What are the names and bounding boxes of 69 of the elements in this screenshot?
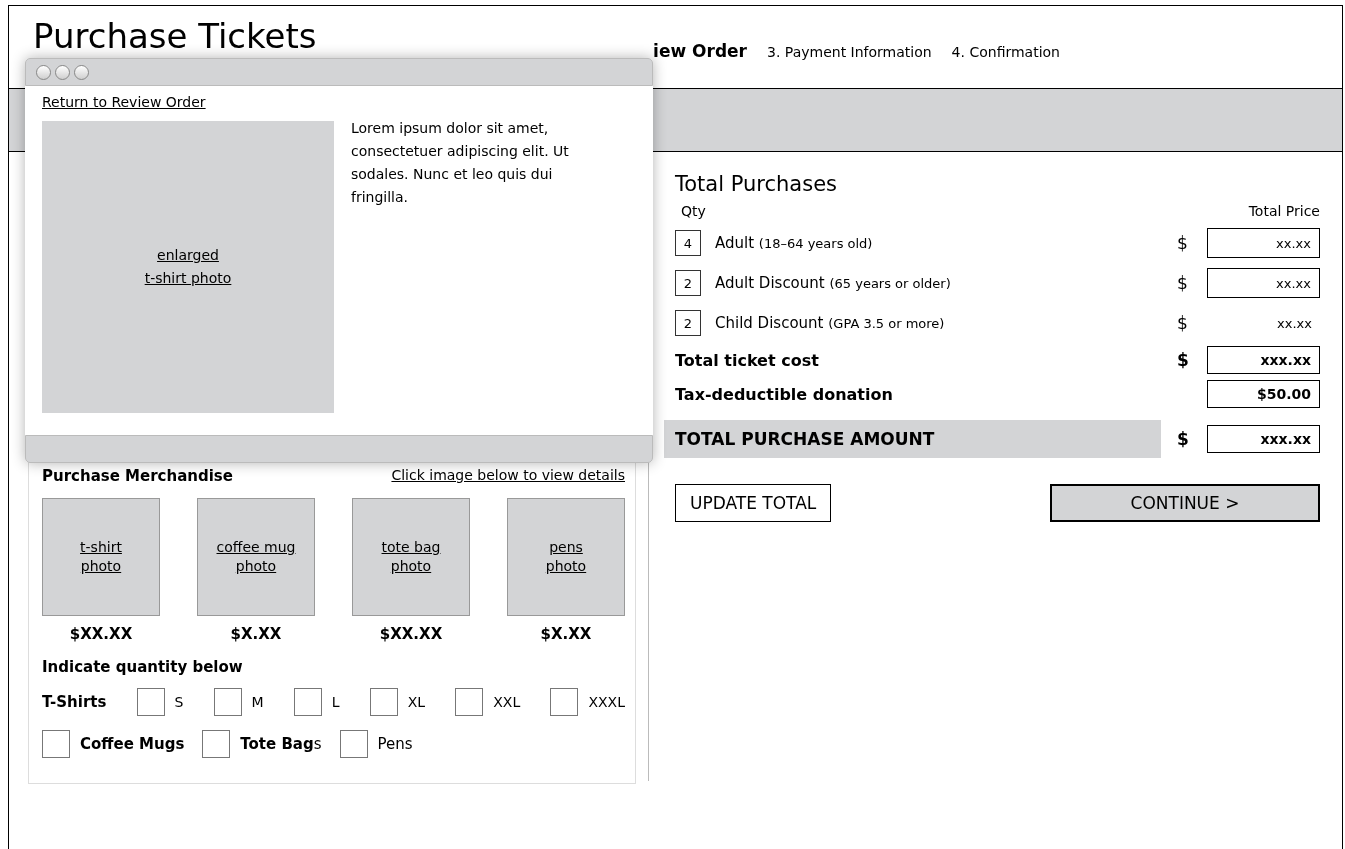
summary-label: Total ticket cost: [675, 350, 820, 370]
continue-button[interactable]: CONTINUE >: [1050, 484, 1320, 522]
total-field: xxx.xx: [1207, 425, 1320, 453]
item-label: Pens: [377, 735, 413, 753]
page-title: Purchase Tickets: [33, 16, 317, 56]
currency-sign: $: [1177, 273, 1189, 293]
quantity-field[interactable]: [213, 688, 242, 716]
size-label: XXL: [493, 694, 521, 710]
image-placeholder[interactable]: coffee mug photo: [197, 498, 315, 616]
quantity-field[interactable]: [369, 688, 398, 716]
price-field: xx.xx: [1207, 228, 1320, 258]
quantity-heading: Indicate quantity below: [42, 658, 244, 676]
currency-sign: $: [1177, 313, 1189, 333]
total-field: xxx.xx: [1207, 346, 1320, 374]
quantity-field[interactable]: [202, 730, 231, 758]
ticket-label: Adult (18–64 years old): [715, 234, 874, 252]
merchandise-title: Purchase Merchandise: [42, 467, 233, 485]
size-label: M: [251, 694, 264, 710]
product-price: $X.XX: [540, 625, 592, 643]
column-header: Qty: [681, 203, 706, 219]
tshirt-label: T-Shirts: [42, 693, 107, 711]
column-header: Total Price: [1248, 203, 1320, 219]
currency-sign: $: [1177, 350, 1190, 370]
product-price: $X.XX: [230, 625, 282, 643]
summary-label: TOTAL PURCHASE AMOUNT: [664, 420, 1161, 458]
quantity-field[interactable]: [339, 730, 368, 758]
quantity-field[interactable]: 4: [675, 230, 701, 256]
price-field: xx.xx: [1207, 268, 1320, 298]
quantity-field[interactable]: [550, 688, 579, 716]
summary-label: Tax-deductible donation: [675, 384, 894, 404]
currency-sign: $: [1177, 429, 1190, 449]
window-control-icon[interactable]: [36, 64, 51, 80]
ticket-label: Child Discount (GPA 3.5 or more): [715, 314, 946, 332]
quantity-field[interactable]: [455, 688, 484, 716]
total-field: $50.00: [1207, 380, 1320, 408]
quantity-field[interactable]: 2: [675, 270, 701, 296]
item-label: Tote Bags: [240, 735, 322, 753]
size-label: XL: [407, 694, 426, 710]
update-button[interactable]: UPDATE TOTAL: [675, 484, 832, 522]
item-label: Coffee Mugs: [80, 735, 185, 753]
image-placeholder[interactable]: t-shirt photo: [42, 498, 160, 616]
ticket-label: Adult Discount (65 years or older): [715, 274, 952, 292]
photo-link[interactable]: t-shirt photo: [80, 538, 122, 576]
quantity-field[interactable]: [293, 688, 322, 716]
product-price: $XX.XX: [379, 625, 443, 643]
window-control-icon[interactable]: [55, 64, 70, 80]
photo-link[interactable]: enlarged t-shirt photo: [144, 244, 232, 290]
step-label[interactable]: iew Order: [653, 41, 747, 61]
product-price: $XX.XX: [69, 625, 133, 643]
photo-link[interactable]: coffee mug photo: [216, 538, 296, 576]
size-label: L: [331, 694, 340, 710]
quantity-field[interactable]: [136, 688, 165, 716]
image-placeholder[interactable]: pens photo: [507, 498, 625, 616]
totals-title: Total Purchases: [675, 172, 839, 196]
size-label: XXXL: [588, 694, 625, 710]
image-placeholder[interactable]: tote bag photo: [352, 498, 470, 616]
photo-link[interactable]: pens photo: [545, 538, 587, 576]
step-label[interactable]: 4. Confirmation: [951, 44, 1060, 60]
description-text: Lorem ipsum dolor sit amet, consectetuer adipiscing elit. Ut sodales. Nunc et leo quis dui fringilla.: [351, 119, 570, 207]
price-field: xx.xx: [1207, 308, 1320, 338]
window-control-icon[interactable]: [74, 64, 89, 80]
size-label: S: [174, 694, 184, 710]
quantity-field[interactable]: [42, 730, 70, 758]
photo-link[interactable]: tote bag photo: [381, 538, 441, 576]
details-link[interactable]: Click image below to view details: [391, 467, 625, 485]
currency-sign: $: [1177, 233, 1189, 253]
return-link[interactable]: Return to Review Order: [42, 94, 206, 110]
quantity-field[interactable]: 2: [675, 310, 701, 336]
step-label[interactable]: 3. Payment Information: [767, 44, 932, 60]
